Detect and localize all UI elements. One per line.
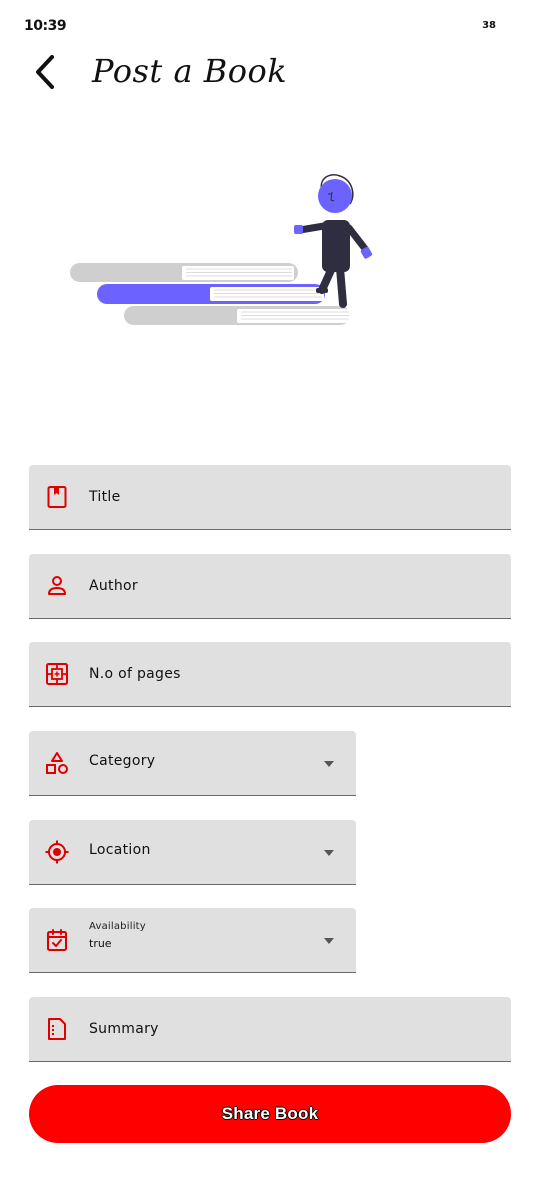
document-icon — [48, 1018, 66, 1040]
location-dropdown[interactable]: Location — [29, 820, 356, 885]
chevron-down-icon — [324, 850, 334, 856]
calendar-check-icon — [47, 929, 67, 951]
availability-dropdown-label: Availability — [89, 921, 146, 932]
chevron-down-icon — [324, 761, 334, 767]
status-indicator: 38 — [482, 20, 496, 31]
category-dropdown-label: Category — [89, 753, 156, 769]
gps-target-icon — [45, 840, 69, 864]
person-icon — [48, 576, 66, 595]
summary-field[interactable]: Summary — [29, 997, 511, 1062]
location-dropdown-label: Location — [89, 842, 151, 858]
pages-field-label: N.o of pages — [89, 666, 181, 682]
status-time: 10:39 — [24, 18, 67, 34]
availability-dropdown[interactable]: Availability true — [29, 908, 356, 973]
chevron-left-icon — [36, 55, 54, 89]
category-dropdown[interactable]: Category — [29, 731, 356, 796]
book-bookmark-icon — [47, 486, 67, 508]
status-bar: 10:39 38 — [0, 0, 540, 48]
pages-grid-icon — [46, 663, 68, 685]
author-field-label: Author — [89, 578, 138, 594]
shapes-icon — [46, 752, 68, 774]
summary-field-label: Summary — [89, 1021, 159, 1037]
pages-field[interactable]: N.o of pages — [29, 642, 511, 707]
back-button[interactable] — [28, 52, 64, 92]
page-title: Post a Book — [92, 52, 288, 90]
title-field-label: Title — [89, 489, 121, 505]
author-field[interactable]: Author — [29, 554, 511, 619]
availability-dropdown-value: true — [89, 937, 112, 950]
share-book-button[interactable]: Share Book — [29, 1085, 511, 1143]
person-walking-on-books-illustration — [60, 168, 390, 338]
title-field[interactable]: Title — [29, 465, 511, 530]
app-bar: Post a Book — [0, 48, 540, 100]
chevron-down-icon — [324, 938, 334, 944]
